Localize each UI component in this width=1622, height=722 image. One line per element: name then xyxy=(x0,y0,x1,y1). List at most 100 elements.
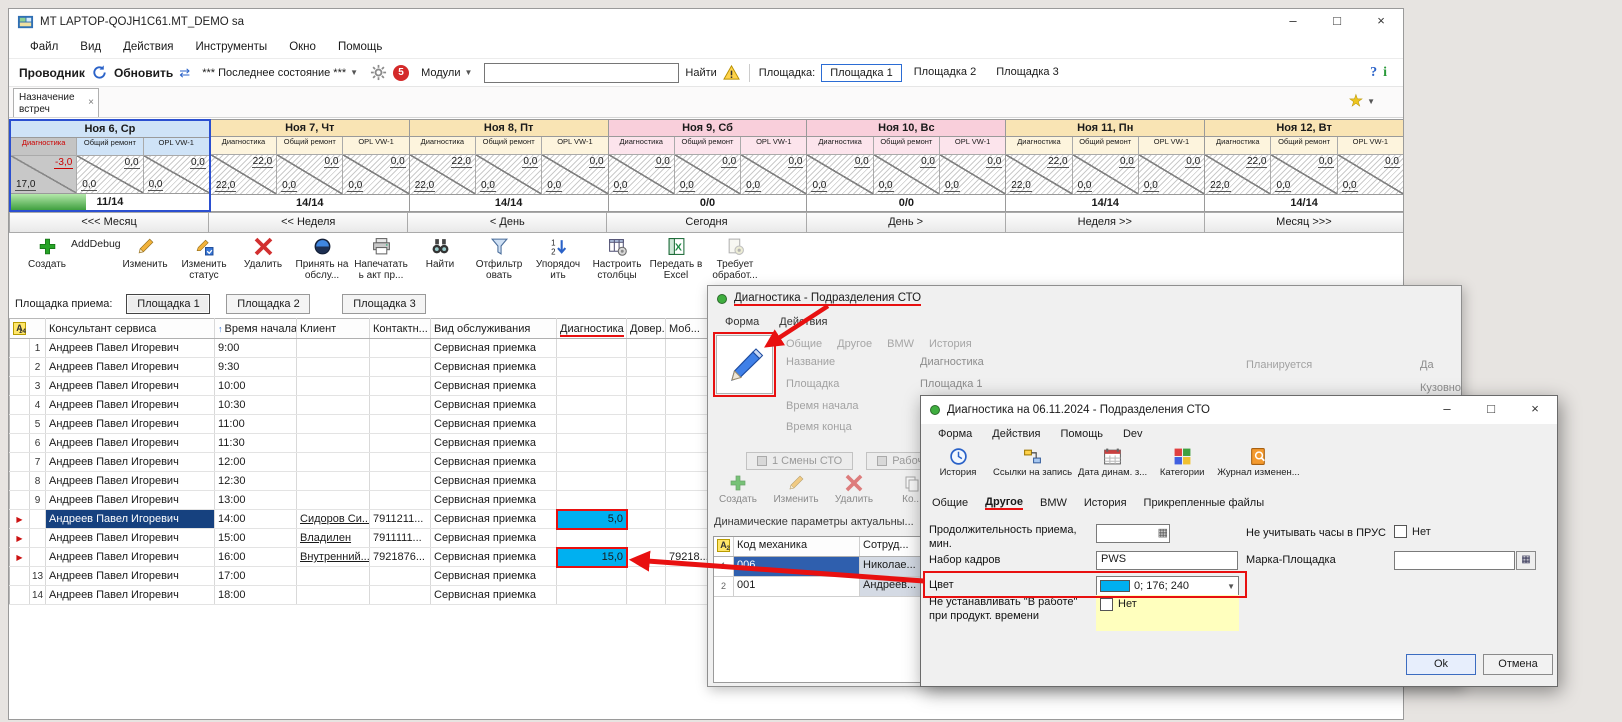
action-del-button[interactable]: Удалить xyxy=(235,237,291,291)
diagnostics-cell[interactable] xyxy=(557,358,627,377)
contact-cell[interactable]: 7911211... xyxy=(370,510,431,529)
dover-cell[interactable] xyxy=(627,472,666,491)
mechanic-code-cell[interactable]: 001 xyxy=(734,577,860,596)
diagnostics-value-cell[interactable]: 5,0 xyxy=(557,510,627,529)
toolbar-site-button[interactable]: Площадка 1 xyxy=(821,64,902,82)
menubar-item[interactable]: Окно xyxy=(278,38,327,56)
mobile-cell[interactable] xyxy=(666,339,708,358)
start-time-cell[interactable]: 16:00 xyxy=(215,548,297,567)
capacity-cell[interactable]: 0,00,0 xyxy=(874,155,939,194)
dialog2-action-button[interactable]: Дата динам. з... xyxy=(1078,447,1147,492)
consultant-cell[interactable]: Андреев Павел Игоревич xyxy=(46,415,215,434)
action-plus-button[interactable]: Создать xyxy=(19,237,75,291)
capacity-cell[interactable]: 0,00,0 xyxy=(476,155,541,194)
capacity-cell[interactable]: 0,00,0 xyxy=(542,155,607,194)
mechanic-code-cell[interactable]: 006 xyxy=(734,557,860,576)
explorer-button[interactable]: Проводник xyxy=(19,66,85,80)
brand-site-picker-button[interactable]: ▦ xyxy=(1516,551,1536,570)
calendar-day[interactable]: Ноя 12, ВтДиагностика22,022,0Общий ремон… xyxy=(1204,119,1404,212)
action-binoculars-button[interactable]: Найти xyxy=(412,237,468,291)
service-type-cell[interactable]: Сервисная приемка xyxy=(431,472,557,491)
adddebug-button[interactable]: AddDebug xyxy=(71,238,121,250)
contact-cell[interactable] xyxy=(370,472,431,491)
column-header[interactable]: Довер... xyxy=(627,319,666,339)
state-dropdown[interactable]: *** Последнее состояние ***▼ xyxy=(196,65,364,81)
calendar-day[interactable]: Ноя 11, ПнДиагностика22,022,0Общий ремон… xyxy=(1005,119,1205,212)
dialog2-tab[interactable]: Другое xyxy=(985,496,1023,510)
consultant-cell[interactable]: Андреев Павел Игоревич xyxy=(46,586,215,605)
mobile-cell[interactable] xyxy=(666,396,708,415)
column-header[interactable]: Клиент xyxy=(297,319,370,339)
modules-dropdown[interactable]: Модули▼ xyxy=(415,65,478,81)
consultant-cell[interactable]: Андреев Павел Игоревич xyxy=(46,548,215,567)
menubar-item[interactable]: Вид xyxy=(69,38,112,56)
mechanics-row[interactable]: 2001Андреев... xyxy=(714,577,926,597)
capacity-cell[interactable]: -3,017,0 xyxy=(11,156,76,193)
dialog1-tab[interactable]: Общие xyxy=(786,338,822,350)
dialog1-action-button[interactable]: Изменить xyxy=(772,474,820,516)
start-time-cell[interactable]: 11:00 xyxy=(215,415,297,434)
dialog2-action-button[interactable]: Ссылки на запись xyxy=(993,447,1072,492)
dover-cell[interactable] xyxy=(627,529,666,548)
calendar-nav-button[interactable]: << Неделя xyxy=(208,212,408,233)
service-type-cell[interactable]: Сервисная приемка xyxy=(431,586,557,605)
dialog1-tab[interactable]: BMW xyxy=(887,338,914,350)
action-process-button[interactable]: Требует обработ... xyxy=(707,237,763,291)
capacity-cell[interactable]: 22,022,0 xyxy=(1205,155,1270,194)
consultant-cell[interactable]: Андреев Павел Игоревич xyxy=(46,434,215,453)
client-cell[interactable] xyxy=(297,377,370,396)
contact-cell[interactable] xyxy=(370,415,431,434)
action-accept-button[interactable]: Принять на обслу... xyxy=(294,237,350,291)
mobile-cell[interactable] xyxy=(666,358,708,377)
dialog2-menu-item[interactable]: Помощь xyxy=(1051,426,1112,442)
ok-button[interactable]: Ok xyxy=(1406,654,1476,675)
duration-input[interactable]: ▦ xyxy=(1096,524,1170,543)
calendar-day[interactable]: Ноя 10, ВсДиагностика0,00,0Общий ремонт0… xyxy=(806,119,1006,212)
consultant-cell[interactable]: Андреев Павел Игоревич xyxy=(46,567,215,586)
mobile-cell[interactable] xyxy=(666,491,708,510)
column-header[interactable]: Консультант сервиса xyxy=(46,319,215,339)
action-excel-button[interactable]: XПередать в Excel xyxy=(648,237,704,291)
dialog2-menu-item[interactable]: Действия xyxy=(983,426,1049,442)
inwork-checkbox[interactable] xyxy=(1100,598,1113,611)
start-time-cell[interactable]: 10:00 xyxy=(215,377,297,396)
calendar-day[interactable]: Ноя 7, ЧтДиагностика22,022,0Общий ремонт… xyxy=(210,119,410,212)
capacity-cell[interactable]: 22,022,0 xyxy=(410,155,475,194)
reception-site-button[interactable]: Площадка 1 xyxy=(126,294,210,314)
service-type-cell[interactable]: Сервисная приемка xyxy=(431,510,557,529)
diagnostics-cell[interactable] xyxy=(557,529,627,548)
client-cell[interactable] xyxy=(297,491,370,510)
column-header[interactable]: Код механика xyxy=(734,537,860,556)
capacity-cell[interactable]: 0,00,0 xyxy=(277,155,342,194)
table-row[interactable]: 9Андреев Павел Игоревич13:00Сервисная пр… xyxy=(10,491,708,510)
column-header[interactable]: Вид обслуживания xyxy=(431,319,557,339)
client-cell[interactable]: Сидоров Си... xyxy=(297,510,370,529)
consultant-cell[interactable]: Андреев Павел Игоревич xyxy=(46,453,215,472)
diagnostics-cell[interactable] xyxy=(557,491,627,510)
capacity-cell[interactable]: 0,00,0 xyxy=(807,155,872,194)
calendar-nav-button[interactable]: Месяц >>> xyxy=(1204,212,1404,233)
frames-input[interactable]: PWS xyxy=(1096,551,1238,570)
diagnostics-cell[interactable] xyxy=(557,415,627,434)
refresh-button[interactable]: Обновить xyxy=(114,66,173,80)
mobile-cell[interactable] xyxy=(666,567,708,586)
capacity-cell[interactable]: 0,00,0 xyxy=(741,155,806,194)
client-cell[interactable] xyxy=(297,453,370,472)
calendar-nav-button[interactable]: <<< Месяц xyxy=(9,212,209,233)
service-type-cell[interactable]: Сервисная приемка xyxy=(431,358,557,377)
menubar-item[interactable]: Инструменты xyxy=(184,38,278,56)
dialog1-menu-item[interactable]: Действия xyxy=(770,314,836,330)
reception-site-button[interactable]: Площадка 2 xyxy=(226,294,310,314)
calendar-nav-button[interactable]: < День xyxy=(407,212,607,233)
dialog1-menu-item[interactable]: Форма xyxy=(716,314,768,330)
dover-cell[interactable] xyxy=(627,358,666,377)
mobile-cell[interactable]: 79218... xyxy=(666,548,708,567)
consultant-cell[interactable]: Андреев Павел Игоревич xyxy=(46,510,215,529)
employee-cell[interactable]: Николае... xyxy=(860,557,926,576)
close-button[interactable]: × xyxy=(1513,397,1557,424)
dover-cell[interactable] xyxy=(627,396,666,415)
contact-cell[interactable]: 7911111... xyxy=(370,529,431,548)
action-filter-button[interactable]: Отфильтр овать xyxy=(471,237,527,291)
tab-appointments[interactable]: Назначение встреч × xyxy=(13,88,99,117)
grid-corner-header[interactable]: А2 xyxy=(714,537,734,556)
